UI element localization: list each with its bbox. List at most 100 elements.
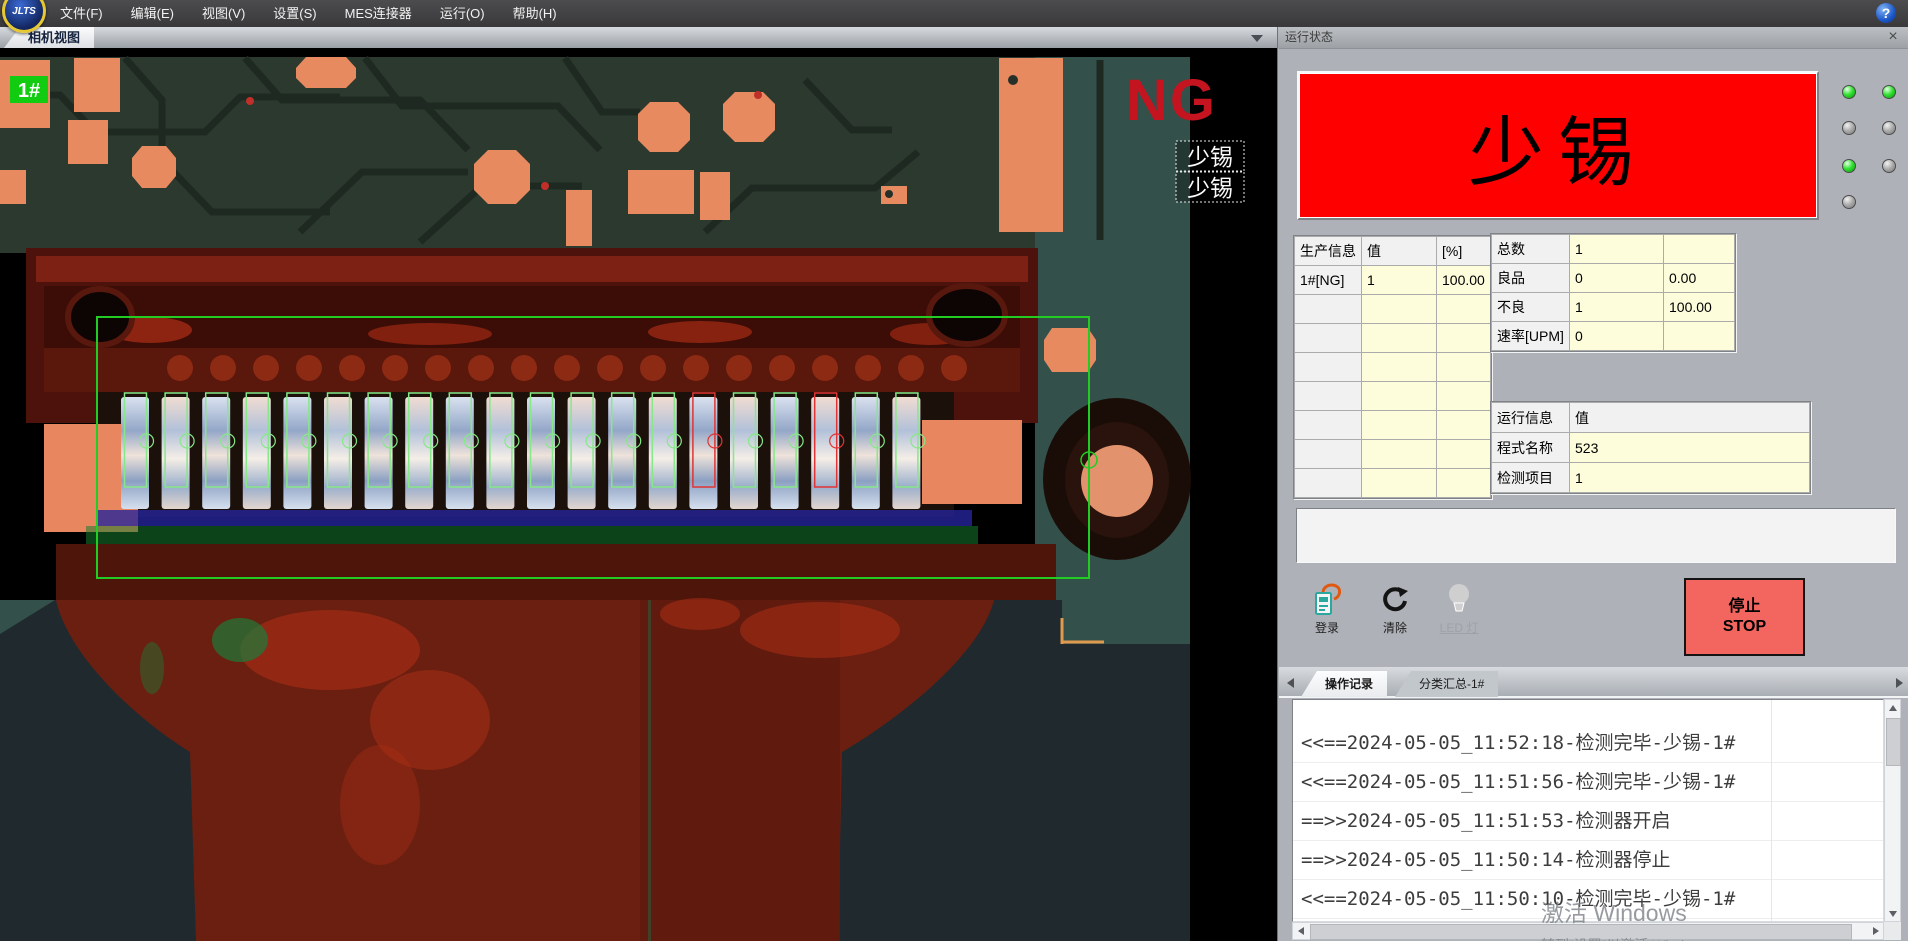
table-row [1295, 324, 1491, 353]
table-cell [1437, 440, 1491, 469]
table-cell: 100.00 [1437, 266, 1491, 295]
log-entry: ==>>2024-05-05_11:51:53-检测器开启 [1293, 802, 1883, 841]
table-cell [1295, 382, 1362, 411]
menu-item[interactable]: 编辑(E) [117, 0, 188, 27]
menu-item[interactable]: 帮助(H) [499, 0, 571, 27]
table-row: 不良1100.00 [1492, 293, 1735, 322]
log-entry: <<==2024-05-05_11:51:56-检测完毕-少锡-1# [1293, 763, 1883, 802]
table-row: 1#[NG]1100.00 [1295, 266, 1491, 295]
run-status-panel: 运行状态 × 少锡 生产信息值[%]1#[NG]1100.00 总数1良品00.… [1277, 27, 1908, 941]
table-cell [1664, 322, 1735, 351]
status-light-on [1842, 85, 1856, 99]
table-cell [1362, 353, 1437, 382]
horizontal-scroll-thumb[interactable] [1310, 924, 1852, 940]
table-cell: 0.00 [1664, 264, 1735, 293]
stats-table-grid: 总数1良品00.00不良1100.00速率[UPM]0 [1491, 234, 1735, 351]
table-header-cell: 值 [1570, 403, 1810, 433]
operation-log-list: <<==2024-05-05_11:52:18-检测完毕-少锡-1#<<==20… [1292, 699, 1884, 922]
status-light-off [1882, 121, 1896, 135]
tab-category-summary[interactable]: 分类汇总-1# [1395, 671, 1498, 697]
table-cell [1295, 324, 1362, 353]
pcb-hole-feature [1043, 398, 1191, 560]
stop-button-en: STOP [1723, 617, 1766, 637]
menu-item[interactable]: MES连接器 [331, 0, 426, 27]
refresh-icon [1378, 581, 1412, 617]
chevron-down-icon[interactable] [1251, 35, 1263, 42]
menu-item[interactable]: 运行(O) [426, 0, 499, 27]
panel-title-bar: 运行状态 × [1278, 27, 1908, 48]
clear-button[interactable]: 清除 [1365, 581, 1425, 645]
close-icon[interactable]: × [1885, 27, 1901, 48]
vertical-scroll-thumb[interactable] [1886, 718, 1901, 766]
table-cell [1362, 295, 1437, 324]
menu-bar: JLTS 文件(F)编辑(E)视图(V)设置(S)MES连接器运行(O)帮助(H… [0, 0, 1908, 27]
table-cell: 0 [1570, 264, 1664, 293]
table-row: 生产信息值[%] [1295, 237, 1491, 266]
menu-item[interactable]: 文件(F) [46, 0, 117, 27]
login-button[interactable]: 登录 [1297, 581, 1357, 645]
table-cell [1437, 382, 1491, 411]
table-cell: 速率[UPM] [1492, 322, 1570, 351]
statistics-table: 总数1良品00.00不良1100.00速率[UPM]0 [1490, 233, 1736, 352]
camera-pane: 相机视图 [0, 27, 1277, 941]
table-cell [1437, 353, 1491, 382]
table-cell [1362, 382, 1437, 411]
status-light-off [1842, 121, 1856, 135]
table-header-cell: 运行信息 [1492, 403, 1570, 433]
table-cell [1362, 324, 1437, 353]
table-row: 检测项目1 [1492, 463, 1810, 493]
led-button[interactable]: LED 灯 [1429, 581, 1489, 645]
tab-scroll-left-icon[interactable] [1287, 678, 1294, 688]
table-row: 程式名称523 [1492, 433, 1810, 463]
status-light-on [1882, 85, 1896, 99]
table-cell: 1 [1570, 293, 1664, 322]
scroll-left-icon[interactable] [1293, 923, 1308, 938]
tab-scroll-right-icon[interactable] [1896, 678, 1903, 688]
log-horizontal-scrollbar[interactable] [1292, 922, 1884, 940]
result-banner-frame: 少锡 [1297, 71, 1819, 220]
table-cell: 0 [1570, 322, 1664, 351]
panel-title: 运行状态 [1285, 30, 1333, 44]
defect-tag-label: 少锡 [1187, 176, 1233, 202]
table-cell: 程式名称 [1492, 433, 1570, 463]
table-cell [1437, 324, 1491, 353]
table-cell: 良品 [1492, 264, 1570, 293]
scroll-down-icon[interactable] [1885, 906, 1900, 921]
message-box[interactable] [1296, 508, 1896, 563]
table-cell [1437, 469, 1491, 498]
table-cell [1362, 440, 1437, 469]
stop-button[interactable]: 停止 STOP [1684, 578, 1805, 656]
table-header-cell: [%] [1437, 237, 1491, 266]
help-icon[interactable]: ? [1876, 3, 1896, 23]
log-vertical-scrollbar[interactable] [1884, 699, 1901, 922]
table-cell [1295, 440, 1362, 469]
login-button-label: 登录 [1297, 619, 1357, 636]
table-cell: 不良 [1492, 293, 1570, 322]
status-light-off [1882, 159, 1896, 173]
stop-button-cn: 停止 [1728, 597, 1760, 617]
defect-tag-label: 少锡 [1187, 145, 1233, 171]
scroll-right-icon[interactable] [1868, 923, 1883, 938]
table-header-cell: 生产信息 [1295, 237, 1362, 266]
camera-id-badge: 1# [10, 76, 48, 103]
table-header-cell: 值 [1362, 237, 1437, 266]
led-button-label: LED 灯 [1429, 619, 1489, 636]
scroll-up-icon[interactable] [1885, 700, 1900, 715]
menu-item[interactable]: 设置(S) [259, 0, 330, 27]
table-cell: 1 [1570, 235, 1664, 264]
prod-table-grid: 生产信息值[%]1#[NG]1100.00 [1294, 236, 1491, 498]
table-cell [1437, 295, 1491, 324]
connector-region [26, 248, 1056, 602]
table-cell [1362, 411, 1437, 440]
login-badge-icon [1310, 581, 1344, 617]
menu-items: 文件(F)编辑(E)视图(V)设置(S)MES连接器运行(O)帮助(H) [46, 0, 571, 27]
table-cell: 100.00 [1664, 293, 1735, 322]
camera-tab-bar: 相机视图 [0, 27, 1277, 50]
status-light-on [1842, 159, 1856, 173]
ng-result-label: NG [1126, 68, 1217, 133]
tab-operation-log[interactable]: 操作记录 [1301, 671, 1387, 697]
scrollbar-corner [1884, 922, 1901, 940]
menu-item[interactable]: 视图(V) [188, 0, 259, 27]
run-info-table: 运行信息值程式名称523检测项目1 [1490, 401, 1811, 494]
table-row [1295, 353, 1491, 382]
